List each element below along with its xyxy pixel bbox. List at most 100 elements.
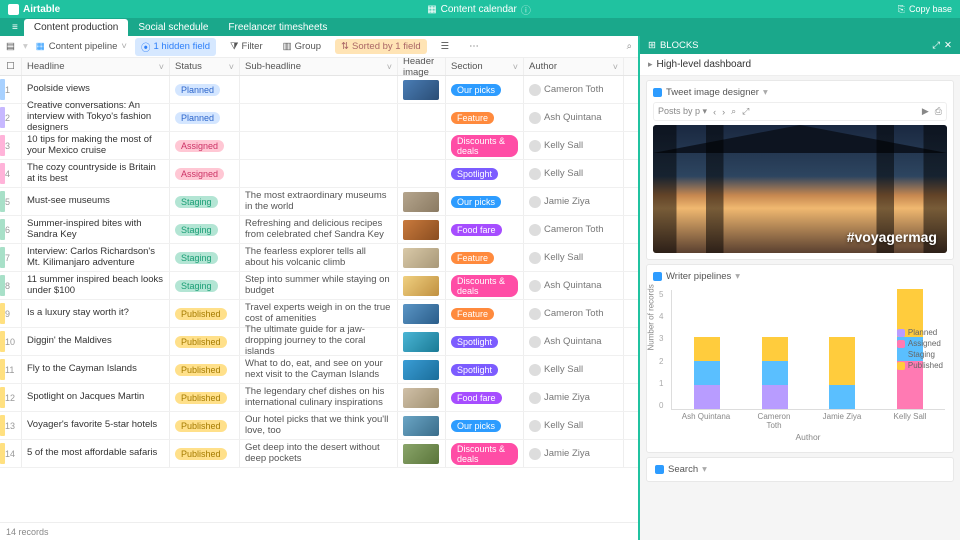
cell-headline[interactable]: 11 summer inspired beach looks under $10… (22, 272, 170, 299)
cell-image[interactable] (398, 160, 446, 187)
col-status[interactable]: Status˅ (170, 58, 240, 75)
cell-subheadline[interactable]: The legendary chef dishes on his interna… (240, 384, 398, 411)
cell-status[interactable]: Staging (170, 188, 240, 215)
cell-headline[interactable]: The cozy countryside is Britain at its b… (22, 160, 170, 187)
block-checkbox-icon[interactable] (653, 272, 662, 281)
posts-dropdown[interactable]: Posts by p ▾ (658, 106, 707, 117)
cell-image[interactable] (398, 244, 446, 271)
bar-segment[interactable] (694, 385, 720, 409)
cell-section[interactable]: Our picks (446, 412, 524, 439)
cell-author[interactable]: Jamie Ziya (524, 188, 624, 215)
row-number[interactable]: 6 (0, 216, 22, 243)
prev-icon[interactable]: ‹ (713, 107, 716, 117)
row-height-button[interactable]: ☰ (435, 39, 456, 54)
select-all-checkbox[interactable]: ☐ (0, 58, 22, 75)
cell-status[interactable]: Assigned (170, 132, 240, 159)
cell-section[interactable]: Feature (446, 300, 524, 327)
cell-author[interactable]: Cameron Toth (524, 300, 624, 327)
cell-author[interactable]: Kelly Sall (524, 132, 624, 159)
cell-subheadline[interactable] (240, 132, 398, 159)
cell-author[interactable]: Cameron Toth (524, 76, 624, 103)
cell-status[interactable]: Staging (170, 216, 240, 243)
cell-section[interactable]: Our picks (446, 76, 524, 103)
cell-section[interactable]: Our picks (446, 188, 524, 215)
cell-subheadline[interactable]: What to do, eat, and see on your next vi… (240, 356, 398, 383)
table-tab[interactable]: Freelancer timesheets (218, 19, 337, 36)
filter-button[interactable]: ⧩Filter (224, 39, 269, 54)
cell-author[interactable]: Kelly Sall (524, 160, 624, 187)
cell-image[interactable] (398, 104, 446, 131)
table-row[interactable]: 10 Diggin' the Maldives Published The ul… (0, 328, 638, 356)
group-button[interactable]: ▥Group (277, 39, 327, 54)
table-row[interactable]: 14 5 of the most affordable safaris Publ… (0, 440, 638, 468)
cell-headline[interactable]: 10 tips for making the most of your Mexi… (22, 132, 170, 159)
bar-segment[interactable] (762, 385, 788, 409)
col-subheadline[interactable]: Sub-headline˅ (240, 58, 398, 75)
cell-status[interactable]: Published (170, 384, 240, 411)
row-number[interactable]: 4 (0, 160, 22, 187)
cell-section[interactable]: Discounts & deals (446, 440, 524, 467)
cell-subheadline[interactable] (240, 104, 398, 131)
view-name[interactable]: ▦Content pipeline ˅ (36, 41, 127, 52)
brand-logo[interactable]: Airtable (8, 4, 60, 15)
cell-section[interactable]: Discounts & deals (446, 132, 524, 159)
cell-status[interactable]: Assigned (170, 160, 240, 187)
table-row[interactable]: 11 Fly to the Cayman Islands Published W… (0, 356, 638, 384)
cell-section[interactable]: Discounts & deals (446, 272, 524, 299)
table-row[interactable]: 5 Must-see museums Staging The most extr… (0, 188, 638, 216)
row-number[interactable]: 9 (0, 300, 22, 327)
row-number[interactable]: 13 (0, 412, 22, 439)
cell-image[interactable] (398, 76, 446, 103)
cell-headline[interactable]: Must-see museums (22, 188, 170, 215)
bar-segment[interactable] (762, 361, 788, 385)
sort-button[interactable]: ⇅Sorted by 1 field (335, 39, 427, 54)
row-number[interactable]: 3 (0, 132, 22, 159)
cell-section[interactable]: Spotlight (446, 356, 524, 383)
cell-headline[interactable]: Creative conversations: An interview wit… (22, 104, 170, 131)
blocks-expand-icon[interactable]: ⤢ (932, 40, 940, 51)
cell-author[interactable]: Ash Quintana (524, 104, 624, 131)
block-title[interactable]: Search (668, 464, 698, 475)
cell-section[interactable]: Feature (446, 244, 524, 271)
cell-author[interactable]: Cameron Toth (524, 216, 624, 243)
row-number[interactable]: 14 (0, 440, 22, 467)
cell-image[interactable] (398, 440, 446, 467)
row-number[interactable]: 5 (0, 188, 22, 215)
cell-status[interactable]: Staging (170, 272, 240, 299)
bar-segment[interactable] (762, 337, 788, 361)
legend-item[interactable]: Planned (897, 328, 943, 337)
cell-section[interactable]: Feature (446, 104, 524, 131)
cell-status[interactable]: Planned (170, 76, 240, 103)
zoom-icon[interactable]: ⌕ (731, 106, 736, 117)
base-title[interactable]: ▦Content calendarⓘ (60, 2, 898, 17)
print-icon[interactable]: ⎙ (935, 106, 942, 117)
cell-subheadline[interactable]: Refreshing and delicious recipes from ce… (240, 216, 398, 243)
row-number[interactable]: 12 (0, 384, 22, 411)
bar[interactable] (682, 337, 732, 409)
cell-subheadline[interactable]: The most extraordinary museums in the wo… (240, 188, 398, 215)
cell-subheadline[interactable]: Travel experts weigh in on the true cost… (240, 300, 398, 327)
row-number[interactable]: 7 (0, 244, 22, 271)
legend-item[interactable]: Assigned (897, 339, 943, 348)
cell-status[interactable]: Published (170, 356, 240, 383)
tweet-preview-image[interactable]: #voyagermag (653, 125, 947, 253)
cell-image[interactable] (398, 356, 446, 383)
table-row[interactable]: 2 Creative conversations: An interview w… (0, 104, 638, 132)
legend-item[interactable]: Published (897, 361, 943, 370)
cell-headline[interactable]: Summer-inspired bites with Sandra Key (22, 216, 170, 243)
col-header-image[interactable]: Header image (398, 58, 446, 75)
dashboard-title[interactable]: High-level dashboard (640, 54, 960, 76)
cell-headline[interactable]: Diggin' the Maldives (22, 328, 170, 355)
cell-headline[interactable]: Spotlight on Jacques Martin (22, 384, 170, 411)
cell-author[interactable]: Ash Quintana (524, 272, 624, 299)
table-tab[interactable]: Content production (24, 19, 129, 36)
table-tab[interactable]: Social schedule (128, 19, 218, 36)
cell-image[interactable] (398, 272, 446, 299)
bar-segment[interactable] (829, 337, 855, 385)
search-icon[interactable]: ⌕ (627, 41, 632, 52)
cell-section[interactable]: Food fare (446, 384, 524, 411)
cell-image[interactable] (398, 412, 446, 439)
col-author[interactable]: Author˅ (524, 58, 624, 75)
cell-status[interactable]: Published (170, 440, 240, 467)
bar-segment[interactable] (694, 361, 720, 385)
